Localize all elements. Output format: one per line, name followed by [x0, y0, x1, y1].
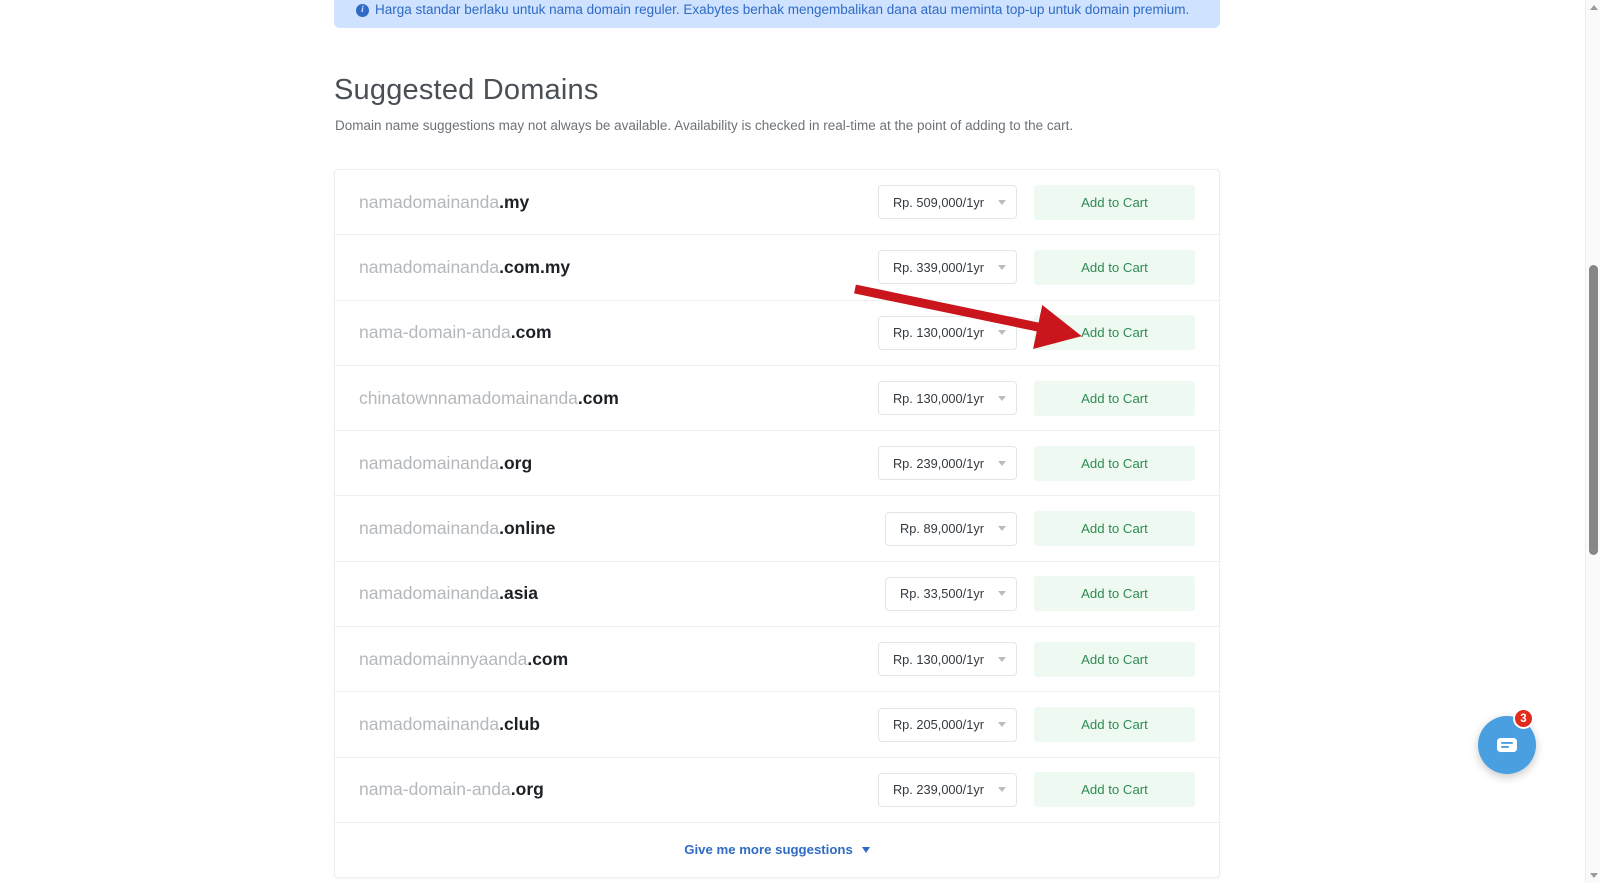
domain-sld: namadomainanda	[359, 518, 500, 539]
domain-tld: .club	[499, 714, 540, 735]
domain-tld: .org	[499, 452, 533, 473]
domain-suggestion-row: namadomainanda.online Rp. 89,000/1yr Add t…	[335, 496, 1219, 562]
domain-name: namadomainnyaanda.com	[359, 649, 878, 670]
info-circle-icon: i	[356, 4, 369, 18]
page-title: Suggested Domains	[334, 74, 599, 106]
chevron-down-icon	[998, 330, 1006, 336]
add-to-cart-button[interactable]: Add to Cart	[1034, 445, 1195, 481]
price-term-select[interactable]: Rp. 239,000/1yr	[877, 772, 1017, 807]
scroll-up-arrow-icon[interactable]	[1589, 5, 1598, 10]
domain-name: nama-domain-anda.com	[359, 322, 878, 343]
price-label: Rp. 33,500/1yr	[900, 586, 984, 602]
domain-name: namadomainanda.my	[359, 192, 878, 213]
chevron-down-icon	[998, 591, 1006, 597]
domain-tld: .com.my	[499, 256, 571, 277]
domain-tld: .org	[510, 779, 544, 800]
chevron-down-icon	[998, 787, 1006, 793]
domain-sld: namadomainanda	[359, 256, 500, 277]
add-to-cart-button[interactable]: Add to Cart	[1034, 641, 1195, 677]
chevron-down-icon	[998, 460, 1006, 466]
give-me-more-suggestions-link[interactable]: Give me more suggestions	[684, 842, 853, 857]
page-content: i Harga standar berlaku untuk nama domai…	[0, 0, 1585, 883]
scrollbar-thumb[interactable]	[1589, 265, 1598, 555]
domain-tld: .com	[577, 387, 619, 408]
domain-sld: nama-domain-anda	[359, 322, 511, 343]
domain-name: chinatownnamadomainanda.com	[359, 388, 878, 409]
suggested-domains-card: namadomainanda.my Rp. 509,000/1yr Add to C…	[334, 169, 1220, 878]
price-term-select[interactable]: Rp. 130,000/1yr	[877, 642, 1017, 677]
price-label: Rp. 130,000/1yr	[892, 651, 984, 667]
domain-suggestion-row: namadomainnyaanda.com Rp. 130,000/1yr Add …	[335, 627, 1219, 693]
chevron-down-icon	[998, 526, 1006, 532]
chevron-down-icon[interactable]	[861, 846, 870, 853]
banner-text: Harga standar berlaku untuk nama domain …	[375, 2, 1190, 18]
domain-sld: namadomainanda	[359, 191, 500, 212]
domain-name: namadomainanda.club	[359, 714, 878, 735]
domain-suggestion-row: namadomainanda.my Rp. 509,000/1yr Add to C…	[335, 170, 1219, 236]
chat-unread-badge[interactable]: 3	[1513, 708, 1534, 729]
add-to-cart-button[interactable]: Add to Cart	[1034, 772, 1195, 808]
chevron-down-icon	[998, 656, 1006, 662]
domain-tld: .com	[510, 322, 552, 343]
domain-suggestion-row: chinatownnamadomainanda.com Rp. 130,000/1…	[335, 366, 1219, 432]
price-label: Rp. 239,000/1yr	[892, 782, 984, 798]
price-term-select[interactable]: Rp. 130,000/1yr	[877, 315, 1017, 350]
domain-suggestion-row: nama-domain-anda.com Rp. 130,000/1yr Add t…	[335, 301, 1219, 366]
domain-sld: namadomainanda	[359, 583, 500, 604]
add-to-cart-button[interactable]: Add to Cart	[1034, 707, 1195, 743]
more-suggestions-row: Give me more suggestions	[335, 823, 1219, 877]
price-label: Rp. 339,000/1yr	[892, 259, 984, 275]
price-label: Rp. 130,000/1yr	[892, 390, 984, 406]
domain-sld: chinatownnamadomainanda	[359, 387, 578, 408]
domain-sld: namadomainnyaanda	[359, 648, 528, 669]
domain-sld: namadomainanda	[359, 714, 500, 735]
chevron-down-icon	[998, 722, 1006, 728]
chat-bubble-icon	[1497, 738, 1517, 753]
domain-suggestion-row: namadomainanda.org Rp. 239,000/1yr Add to …	[335, 431, 1219, 497]
chevron-down-icon	[998, 395, 1006, 401]
domain-name: namadomainanda.com.my	[359, 257, 878, 278]
price-term-select[interactable]: Rp. 33,500/1yr	[885, 576, 1017, 611]
domain-name: namadomainanda.asia	[359, 583, 885, 604]
domain-sld: namadomainanda	[359, 452, 500, 473]
price-label: Rp. 239,000/1yr	[892, 455, 984, 471]
domain-sld: nama-domain-anda	[359, 779, 511, 800]
page-subtitle: Domain name suggestions may not always b…	[335, 118, 1074, 133]
price-term-select[interactable]: Rp. 89,000/1yr	[885, 511, 1017, 546]
domain-suggestion-row: namadomainanda.club Rp. 205,000/1yr Add to…	[335, 692, 1219, 758]
price-term-select[interactable]: Rp. 130,000/1yr	[877, 381, 1017, 416]
price-label: Rp. 89,000/1yr	[900, 521, 984, 537]
domain-tld: .online	[499, 518, 556, 539]
chevron-down-icon	[998, 199, 1006, 205]
price-label: Rp. 130,000/1yr	[892, 325, 984, 341]
chevron-down-icon	[998, 264, 1006, 270]
price-label: Rp. 205,000/1yr	[892, 717, 984, 733]
price-term-select[interactable]: Rp. 239,000/1yr	[877, 446, 1017, 481]
price-label: Rp. 509,000/1yr	[892, 194, 984, 210]
domain-suggestion-row: namadomainanda.asia Rp. 33,500/1yr Add to …	[335, 562, 1219, 628]
domain-name: nama-domain-anda.org	[359, 779, 878, 800]
add-to-cart-button[interactable]: Add to Cart	[1034, 511, 1195, 547]
scroll-down-arrow-icon[interactable]	[1589, 873, 1598, 878]
browser-scrollbar[interactable]	[1585, 0, 1600, 883]
domain-suggestion-row: nama-domain-anda.org Rp. 239,000/1yr Add t…	[335, 758, 1219, 823]
add-to-cart-button[interactable]: Add to Cart	[1034, 249, 1195, 285]
add-to-cart-button[interactable]: Add to Cart	[1034, 184, 1195, 220]
domain-tld: .my	[499, 191, 530, 212]
price-term-select[interactable]: Rp. 339,000/1yr	[877, 250, 1017, 285]
price-term-select[interactable]: Rp. 509,000/1yr	[877, 185, 1017, 220]
domain-tld: .com	[527, 648, 569, 669]
price-term-select[interactable]: Rp. 205,000/1yr	[877, 707, 1017, 742]
domain-tld: .asia	[499, 583, 539, 604]
add-to-cart-button[interactable]: Add to Cart	[1034, 380, 1195, 416]
domain-name: namadomainanda.org	[359, 453, 878, 474]
domain-suggestion-row: namadomainanda.com.my Rp. 339,000/1yr Add …	[335, 235, 1219, 301]
add-to-cart-button[interactable]: Add to Cart	[1034, 576, 1195, 612]
domain-name: namadomainanda.online	[359, 518, 885, 539]
premium-domain-info-banner: i Harga standar berlaku untuk nama domai…	[334, 0, 1220, 28]
add-to-cart-button[interactable]: Add to Cart	[1034, 315, 1195, 351]
